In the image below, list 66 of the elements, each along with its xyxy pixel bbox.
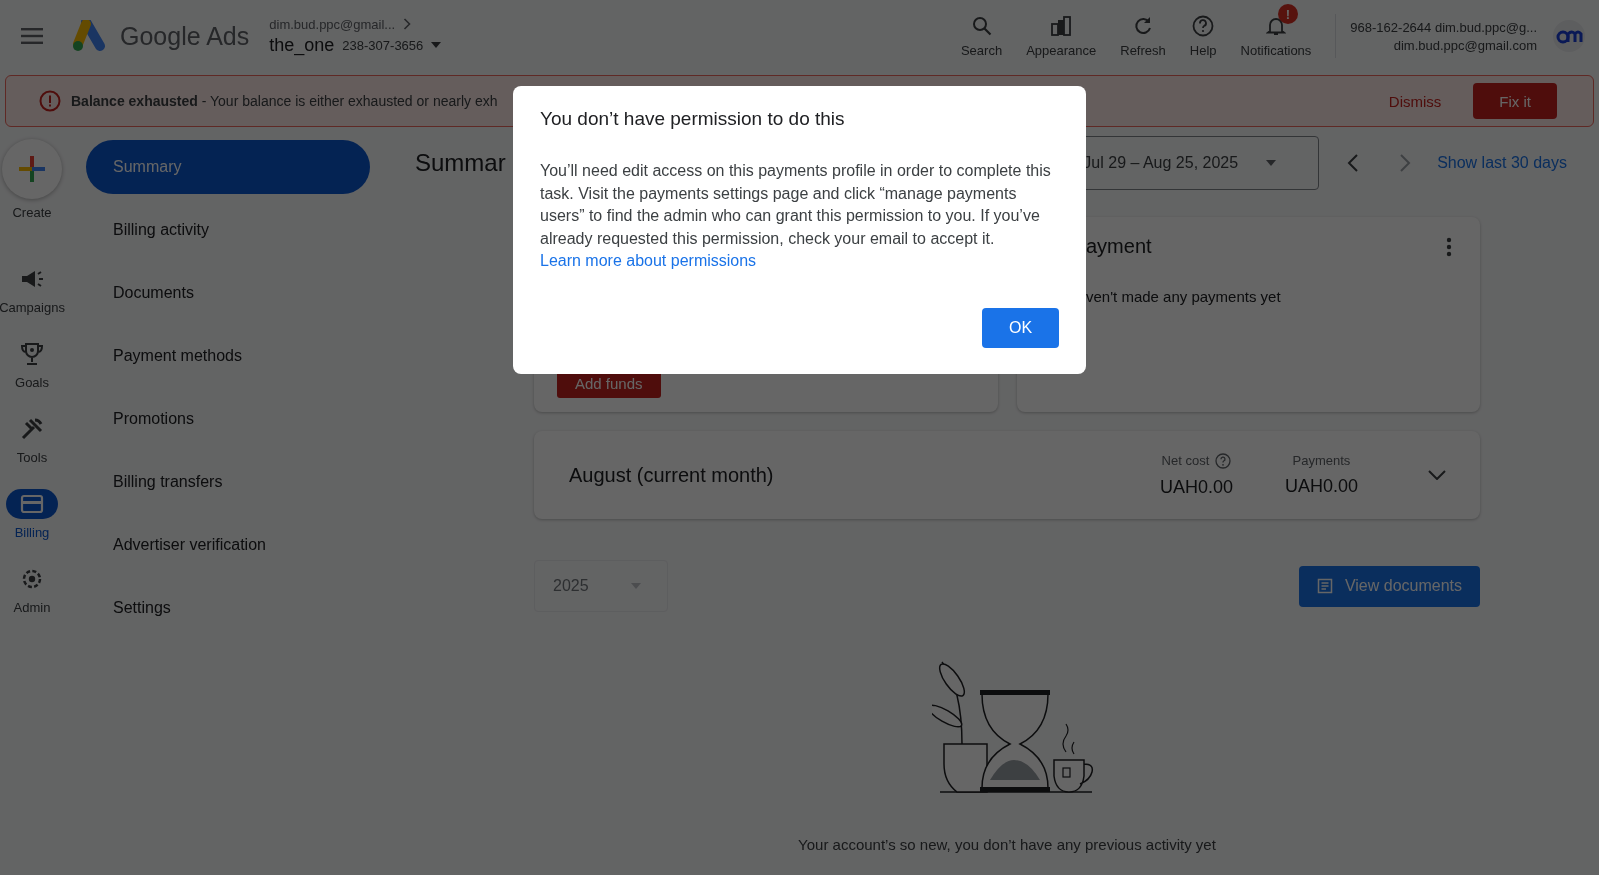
account-id: 238-307-3656 [342, 37, 424, 53]
nav-item[interactable]: Documents [86, 261, 370, 324]
dismiss-button[interactable]: Dismiss [1388, 92, 1442, 110]
nav-item[interactable]: Promotions [86, 387, 370, 450]
search-tool-button[interactable]: Search [950, 2, 1013, 60]
view-documents-button[interactable]: View documents [1298, 565, 1480, 607]
nav-item[interactable]: Payment methods [86, 324, 370, 387]
bar-chart-icon [1050, 15, 1073, 37]
search-icon [971, 16, 992, 36]
metric-label: Payments [1292, 453, 1351, 468]
product-name: Google Ads [120, 21, 250, 51]
ok-button[interactable]: OK [982, 308, 1059, 348]
error-icon [39, 90, 61, 112]
megaphone-icon [20, 268, 44, 290]
tools-rail-item[interactable]: Tools [6, 414, 58, 465]
card-message: ven't made any payments yet [1086, 288, 1282, 305]
expand-icon[interactable] [1428, 470, 1446, 480]
dialog-message: You’ll need edit access on this payments profile in order to complete this task. Visit the payments settings page and click “manage payments users” to find the admin who can grant this permission to you. If you’ve already requested this permission, check your email to accept it. Learn more about permissions [540, 161, 1052, 271]
dropdown-caret-icon[interactable] [431, 42, 442, 48]
credit-card-icon [20, 494, 44, 514]
user-account-id: 968-162-2644 dim.bud.ppc@g... [1350, 19, 1537, 35]
nav-item[interactable]: Billing transfers [86, 450, 370, 513]
bell-icon [1265, 16, 1286, 36]
appearance-tool-button[interactable]: Appearance [1016, 2, 1107, 60]
admin-rail-item[interactable]: Admin [6, 564, 58, 615]
help-tool-button[interactable]: Help [1179, 2, 1227, 60]
plus-icon [17, 154, 47, 184]
nav-item[interactable]: Advertiser verification [86, 513, 370, 576]
notifications-tool-button[interactable]: ! Notifications [1230, 2, 1322, 60]
nav-item[interactable]: Summary [86, 140, 370, 194]
learn-more-link[interactable]: Learn more about permissions [540, 252, 757, 269]
alert-message: Balance exhausted - Your balance is either exhausted or nearly exh [71, 93, 498, 109]
month-title: August (current month) [569, 463, 774, 487]
nav-item[interactable]: Settings [86, 576, 370, 639]
avatar-icon[interactable] [1553, 20, 1585, 52]
refresh-tool-button[interactable]: Refresh [1110, 2, 1176, 60]
metric-value: UAH0.00 [1159, 476, 1233, 498]
metric-label: Net cost [1161, 453, 1210, 468]
refresh-icon [1133, 16, 1153, 36]
previous-icon[interactable] [1347, 154, 1360, 172]
dropdown-caret-icon [1266, 160, 1277, 166]
notification-badge: ! [1277, 4, 1298, 24]
user-email: dim.bud.ppc@gmail.com [1393, 37, 1537, 53]
more-icon[interactable] [1446, 236, 1452, 257]
logo-icon [72, 20, 108, 52]
help-icon [1192, 15, 1215, 37]
menu-icon[interactable] [21, 28, 43, 44]
tools-icon [20, 417, 44, 441]
account-email: dim.bud.ppc@gmail... [269, 16, 396, 32]
campaigns-rail-item[interactable]: Campaigns [0, 264, 65, 315]
chevron-right-icon[interactable] [403, 18, 412, 30]
trophy-icon [21, 342, 43, 366]
page-title: Summar [415, 149, 506, 177]
card-title: ayment [1086, 235, 1152, 258]
document-icon [1316, 578, 1333, 594]
empty-state-message: Your account’s so new, you don’t have any previous activity yet [798, 836, 1216, 853]
next-icon[interactable] [1399, 154, 1412, 172]
account-name[interactable]: the_one [269, 34, 335, 56]
settings-icon [20, 567, 44, 591]
metric-value: UAH0.00 [1284, 476, 1358, 497]
nav-item[interactable]: Billing activity [86, 198, 370, 261]
goals-rail-item[interactable]: Goals [6, 339, 58, 390]
fix-it-button[interactable]: Fix it [1473, 83, 1557, 119]
show-last-30-days-link[interactable]: Show last 30 days [1437, 154, 1567, 172]
help-icon[interactable] [1215, 452, 1232, 469]
dialog-title: You don’t have permission to do this [540, 108, 846, 130]
